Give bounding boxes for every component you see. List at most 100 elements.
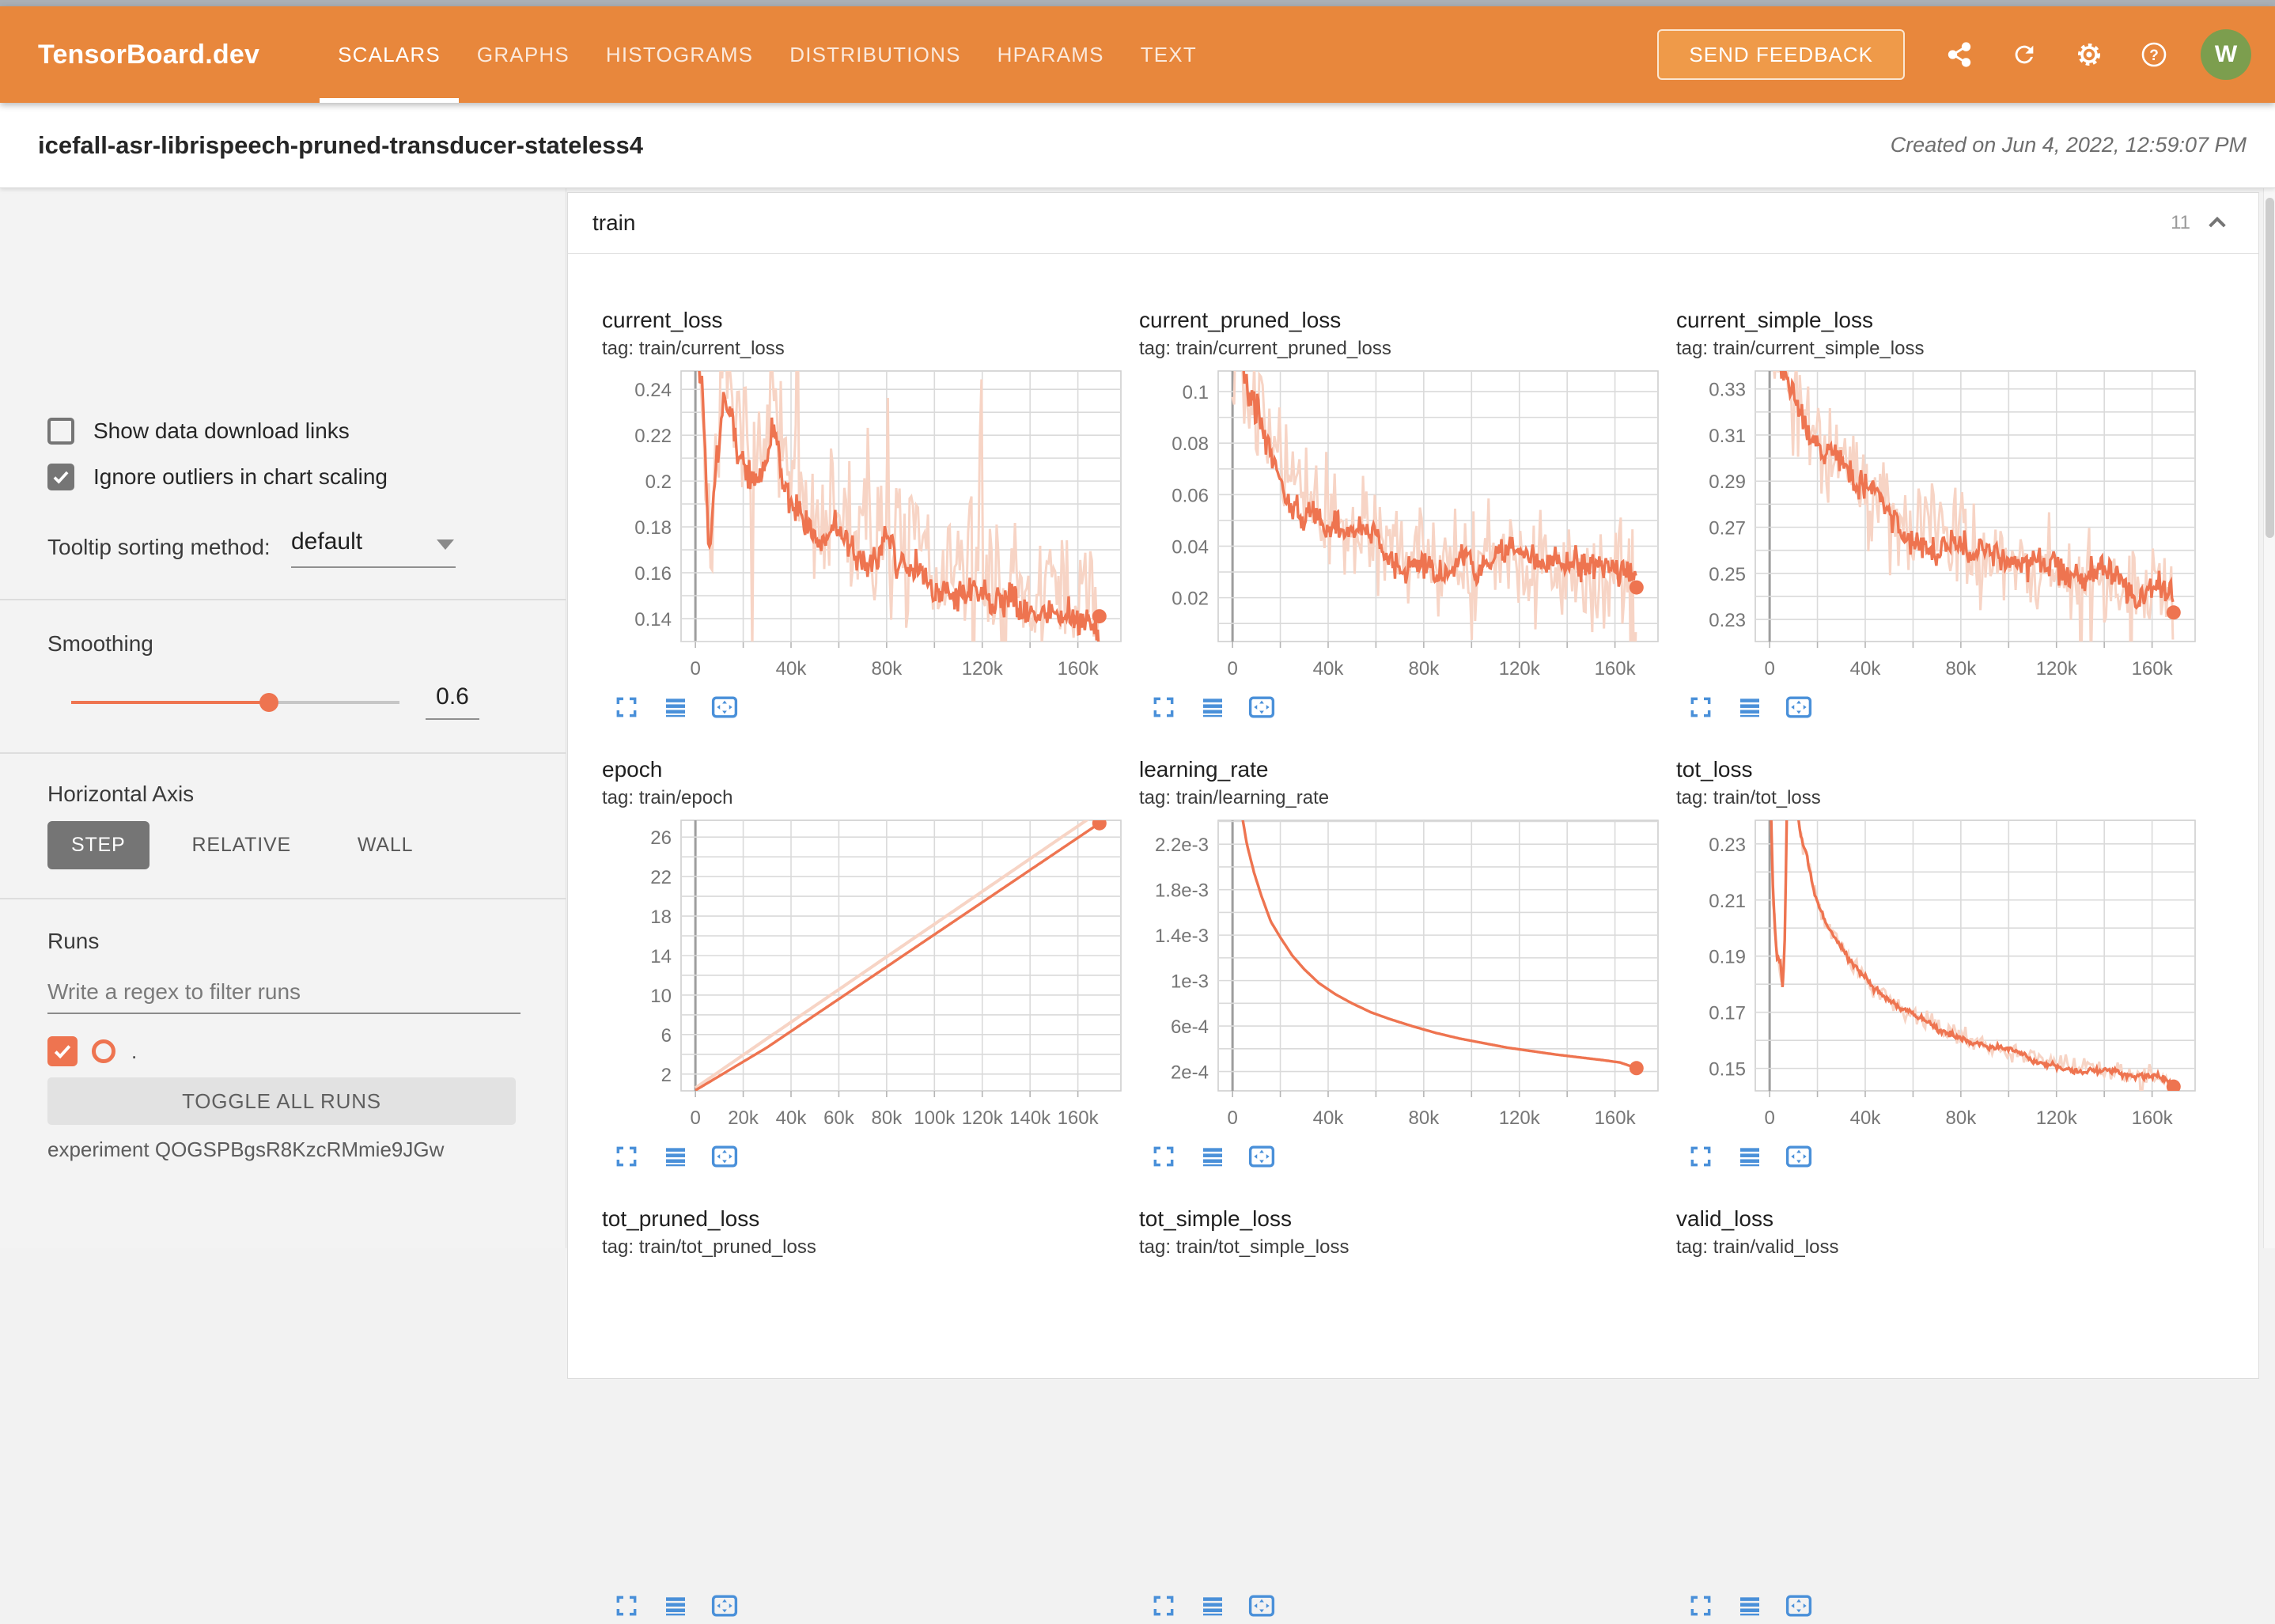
chart-plot[interactable]: 0.240.220.20.180.160.14040k80k120k160k (602, 369, 1124, 686)
tab-distributions[interactable]: DISTRIBUTIONS (771, 6, 979, 103)
svg-text:10: 10 (650, 986, 672, 1007)
section-count: 11 (2171, 212, 2190, 234)
tab-hparams[interactable]: HPARAMS (979, 6, 1122, 103)
svg-text:0: 0 (690, 1107, 700, 1129)
expand-chart-icon[interactable] (1150, 694, 1177, 721)
expand-chart-icon[interactable] (1687, 694, 1714, 721)
smoothing-label: Smoothing (47, 631, 153, 657)
run-checkbox-checked[interactable] (47, 1036, 78, 1066)
svg-text:26: 26 (650, 827, 672, 849)
fit-domain-icon[interactable] (1248, 1592, 1275, 1619)
share-icon[interactable] (1942, 37, 1977, 72)
chart-plot[interactable] (1139, 1268, 1661, 1584)
show-download-links-checkbox[interactable]: Show data download links (47, 418, 350, 445)
chart-toolbar (1687, 1588, 2198, 1624)
toggle-all-runs-button[interactable]: TOGGLE ALL RUNS (47, 1077, 516, 1125)
svg-text:0.08: 0.08 (1172, 433, 1209, 455)
chart-toolbar (1150, 689, 1661, 725)
fit-domain-icon[interactable] (711, 1143, 738, 1170)
svg-text:0.06: 0.06 (1172, 485, 1209, 506)
fit-domain-icon[interactable] (1248, 1143, 1275, 1170)
slider-fill (71, 701, 268, 704)
settings-icon[interactable] (2072, 37, 2107, 72)
scalar-chart-card: epoch tag: train/epoch 261014182226020k4… (602, 757, 1124, 1175)
chart-plot[interactable]: 261014182226020k40k60k80k100k120k140k160… (602, 819, 1124, 1135)
scrollbar-thumb[interactable] (2266, 198, 2274, 538)
tab-scalars[interactable]: SCALARS (320, 6, 459, 103)
checkbox-checked[interactable] (47, 464, 74, 490)
page-scrollbar[interactable] (2263, 188, 2275, 1248)
chart-title: tot_simple_loss (1139, 1206, 1661, 1232)
chart-tag: tag: train/tot_pruned_loss (602, 1236, 1124, 1259)
log-scale-lines-icon[interactable] (1736, 1592, 1763, 1619)
log-scale-lines-icon[interactable] (662, 694, 689, 721)
expand-chart-icon[interactable] (1687, 1143, 1714, 1170)
chart-plot[interactable] (1676, 1268, 2198, 1584)
scalar-chart-card: current_pruned_loss tag: train/current_p… (1139, 308, 1661, 725)
svg-text:160k: 160k (2132, 1107, 2174, 1129)
fit-domain-icon[interactable] (711, 1592, 738, 1619)
fit-domain-icon[interactable] (711, 694, 738, 721)
app-logo: TensorBoard.dev (38, 40, 259, 70)
svg-text:0.16: 0.16 (634, 563, 672, 585)
svg-text:1.8e-3: 1.8e-3 (1155, 880, 1209, 902)
help-icon[interactable]: ? (2137, 37, 2171, 72)
fit-domain-icon[interactable] (1785, 694, 1812, 721)
ignore-outliers-checkbox[interactable]: Ignore outliers in chart scaling (47, 464, 388, 490)
fit-domain-icon[interactable] (1785, 1143, 1812, 1170)
divider (0, 898, 566, 899)
chart-plot[interactable]: 0.230.210.190.170.15040k80k120k160k (1676, 819, 2198, 1135)
expand-chart-icon[interactable] (1150, 1143, 1177, 1170)
log-scale-lines-icon[interactable] (662, 1592, 689, 1619)
svg-text:80k: 80k (1946, 658, 1978, 680)
svg-text:20k: 20k (728, 1107, 759, 1129)
axis-mode-wall[interactable]: WALL (334, 821, 437, 869)
svg-text:0.23: 0.23 (1709, 835, 1746, 856)
axis-mode-relative[interactable]: RELATIVE (168, 821, 315, 869)
chart-title: current_simple_loss (1676, 308, 2198, 333)
chart-plot[interactable]: 2.2e-31.8e-31.4e-31e-36e-42e-4040k80k120… (1139, 819, 1661, 1135)
log-scale-lines-icon[interactable] (1199, 1592, 1226, 1619)
expand-chart-icon[interactable] (613, 1592, 640, 1619)
runs-filter-input[interactable]: Write a regex to filter runs (47, 979, 520, 1005)
axis-mode-step[interactable]: STEP (47, 821, 150, 869)
log-scale-lines-icon[interactable] (1199, 694, 1226, 721)
fit-domain-icon[interactable] (1248, 694, 1275, 721)
fit-domain-icon[interactable] (1785, 1592, 1812, 1619)
chart-plot[interactable]: 0.10.080.060.040.02040k80k120k160k (1139, 369, 1661, 686)
smoothing-value[interactable]: 0.6 (426, 683, 479, 710)
tab-graphs[interactable]: GRAPHS (459, 6, 588, 103)
run-list-item[interactable]: . (47, 1036, 137, 1066)
svg-text:0.29: 0.29 (1709, 471, 1746, 493)
expand-chart-icon[interactable] (613, 1143, 640, 1170)
expand-chart-icon[interactable] (1150, 1592, 1177, 1619)
slider-thumb[interactable] (259, 693, 278, 712)
svg-text:40k: 40k (1850, 658, 1882, 680)
log-scale-lines-icon[interactable] (1199, 1143, 1226, 1170)
tooltip-sort-dropdown[interactable]: default (291, 528, 456, 568)
chart-plot[interactable]: 0.330.310.290.270.250.23040k80k120k160k (1676, 369, 2198, 686)
expand-chart-icon[interactable] (1687, 1592, 1714, 1619)
log-scale-lines-icon[interactable] (1736, 694, 1763, 721)
refresh-icon[interactable] (2007, 37, 2042, 72)
chevron-up-icon[interactable] (2203, 209, 2231, 237)
tab-text[interactable]: TEXT (1122, 6, 1215, 103)
scalar-chart-card: tot_pruned_loss tag: train/tot_pruned_lo… (602, 1206, 1124, 1624)
train-section-header[interactable]: train 11 (568, 193, 2258, 254)
svg-text:2e-4: 2e-4 (1171, 1062, 1209, 1084)
experiment-title-bar: icefall-asr-librispeech-pruned-transduce… (0, 103, 2275, 188)
tab-histograms[interactable]: HISTOGRAMS (588, 6, 771, 103)
svg-text:0.18: 0.18 (634, 517, 672, 539)
chart-plot[interactable] (602, 1268, 1124, 1584)
chart-toolbar (1150, 1138, 1661, 1175)
log-scale-lines-icon[interactable] (1736, 1143, 1763, 1170)
log-scale-lines-icon[interactable] (662, 1143, 689, 1170)
checkbox-unchecked[interactable] (47, 418, 74, 445)
svg-text:0.15: 0.15 (1709, 1059, 1746, 1081)
created-timestamp: Created on Jun 4, 2022, 12:59:07 PM (1891, 133, 2247, 157)
send-feedback-button[interactable]: SEND FEEDBACK (1657, 29, 1905, 80)
svg-text:?: ? (2149, 47, 2159, 64)
user-avatar[interactable]: W (2201, 29, 2251, 80)
expand-chart-icon[interactable] (613, 694, 640, 721)
chart-toolbar (1687, 689, 2198, 725)
